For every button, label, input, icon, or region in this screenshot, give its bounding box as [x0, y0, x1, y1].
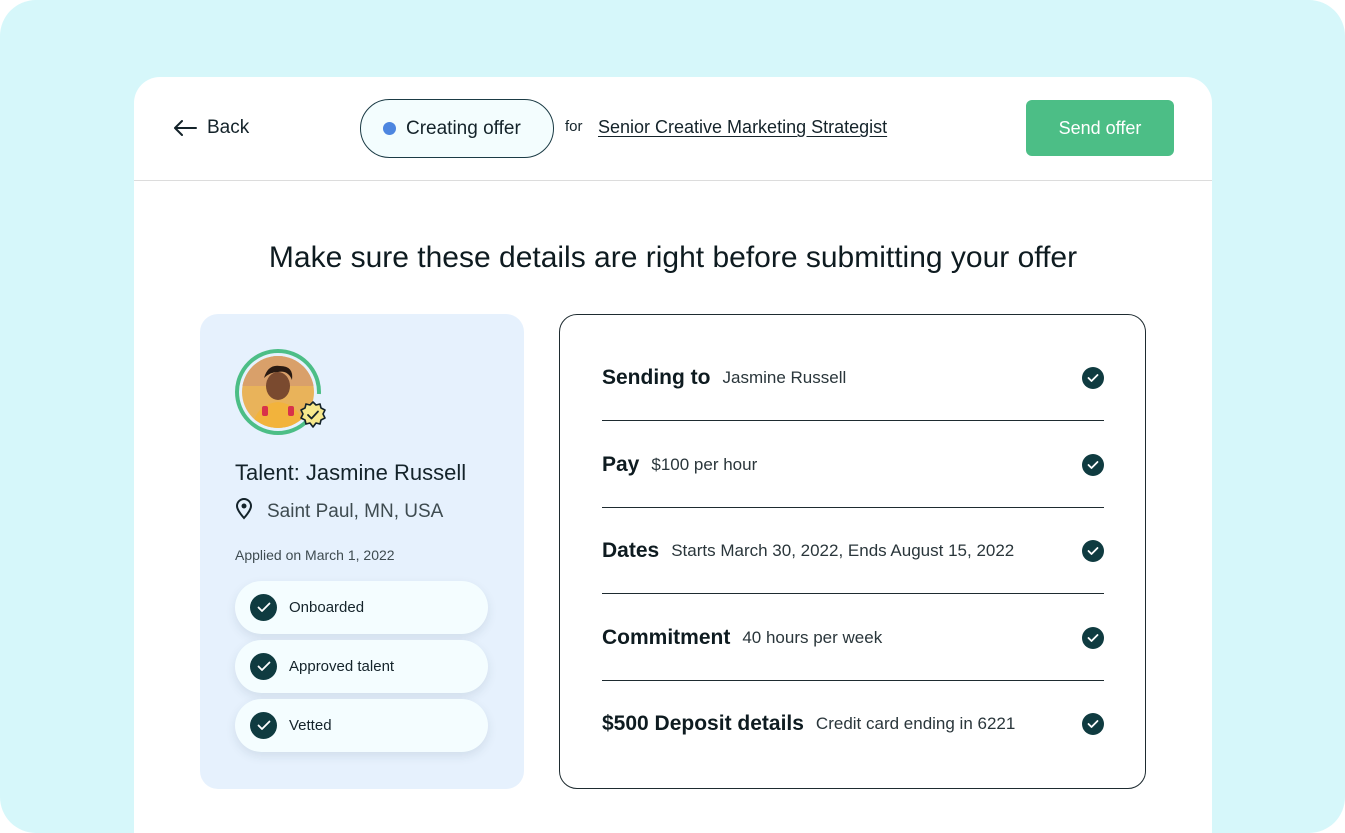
- map-pin-icon: [235, 498, 253, 526]
- verified-badge-icon: [298, 400, 328, 435]
- detail-value: Starts March 30, 2022, Ends August 15, 2…: [671, 540, 1015, 560]
- chip-label: Onboarded: [289, 599, 365, 616]
- detail-label: Pay: [602, 452, 640, 476]
- check-icon: [250, 594, 277, 621]
- chip-label: Approved talent: [289, 658, 395, 675]
- detail-value: Credit card ending in 6221: [815, 714, 1016, 733]
- send-offer-button[interactable]: Send offer: [1026, 100, 1174, 156]
- page-title: Make sure these details are right before…: [268, 241, 1078, 274]
- talent-location: Saint Paul, MN, USA: [235, 498, 443, 526]
- detail-value: $100 per hour: [651, 454, 758, 474]
- check-icon: [1082, 366, 1104, 389]
- offer-status-pill: Creating offer: [360, 99, 554, 158]
- top-bar: Back Creating offer for Senior Creative …: [134, 77, 1212, 181]
- detail-label: Dates: [602, 538, 660, 562]
- location-text: Saint Paul, MN, USA: [267, 501, 444, 522]
- check-icon: [250, 653, 277, 680]
- check-icon: [1082, 539, 1104, 562]
- talent-name: Talent: Jasmine Russell: [235, 460, 467, 485]
- status-label: Creating offer: [406, 117, 521, 139]
- detail-value: Jasmine Russell: [722, 367, 847, 387]
- check-icon: [1082, 626, 1104, 649]
- detail-row-deposit: $500 Deposit details Credit card ending …: [602, 681, 1104, 767]
- offer-details-card: Sending to Jasmine Russell Pay $100 per …: [559, 314, 1146, 789]
- check-icon: [250, 712, 277, 739]
- detail-row-commitment: Commitment 40 hours per week: [602, 595, 1104, 681]
- detail-row-dates: Dates Starts March 30, 2022, Ends August…: [602, 508, 1104, 594]
- page-background: Back Creating offer for Senior Creative …: [0, 0, 1345, 833]
- detail-label: Sending to: [602, 365, 711, 389]
- job-title-link[interactable]: Senior Creative Marketing Strategist: [598, 117, 887, 138]
- detail-row-sending-to: Sending to Jasmine Russell: [602, 335, 1104, 421]
- status-chip-approved-talent: Approved talent: [235, 640, 488, 693]
- status-chip-onboarded: Onboarded: [235, 581, 488, 634]
- check-icon: [1082, 713, 1104, 735]
- status-dot-icon: [383, 122, 396, 135]
- back-label: Back: [207, 117, 250, 138]
- detail-label: $500 Deposit details: [602, 712, 804, 735]
- applied-date: Applied on March 1, 2022: [235, 547, 395, 563]
- detail-value: 40 hours per week: [742, 627, 883, 647]
- offer-review-panel: Back Creating offer for Senior Creative …: [134, 77, 1212, 833]
- check-icon: [1082, 453, 1104, 476]
- back-button[interactable]: Back: [173, 115, 249, 141]
- status-chip-vetted: Vetted: [235, 699, 488, 752]
- for-label: for: [565, 118, 583, 135]
- chip-label: Vetted: [289, 717, 332, 734]
- talent-card: Talent: Jasmine Russell Saint Paul, MN, …: [200, 314, 524, 789]
- detail-row-pay: Pay $100 per hour: [602, 422, 1104, 508]
- detail-label: Commitment: [602, 625, 731, 649]
- avatar: [234, 348, 330, 444]
- arrow-left-icon: [173, 119, 197, 137]
